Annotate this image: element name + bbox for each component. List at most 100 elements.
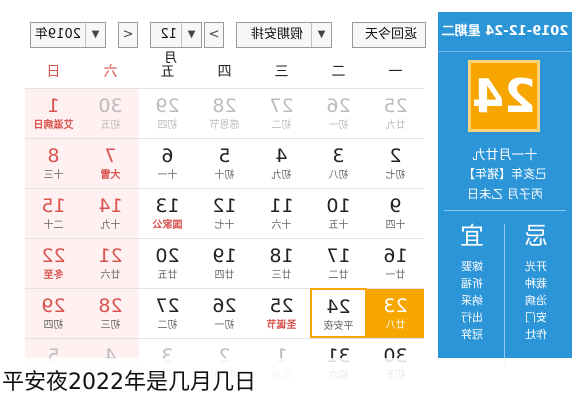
day-number: 28 — [98, 295, 123, 317]
divider — [504, 224, 505, 364]
lunar-label: 初八 — [328, 170, 349, 181]
day-cell[interactable]: 5 初十 — [196, 138, 253, 188]
day-cell[interactable]: 15 二十 — [25, 188, 82, 238]
weekday-label: 日 — [46, 64, 61, 80]
day-cell[interactable]: 27 初二 — [253, 88, 310, 138]
day-cell[interactable]: 14 十九 — [82, 188, 139, 238]
caption-bar: 平安夜2022年是几月几日 — [0, 358, 584, 400]
day-cell[interactable]: 29 初四 — [139, 88, 196, 138]
lunar-ganzhi: 丙子月 乙未日 — [467, 187, 543, 201]
day-cell[interactable]: 28 初三 — [82, 288, 139, 338]
day-cell[interactable]: 26 初一 — [196, 288, 253, 338]
yi-item: 出行 — [461, 311, 483, 324]
lunar-label: 十一 — [157, 170, 178, 181]
day-cell[interactable]: 8 十三 — [25, 138, 82, 188]
ji-column: 忌 开光 栽种 治病 安门 作灶 — [504, 214, 568, 343]
lunar-label: 廿三 — [271, 270, 292, 281]
lunar-label: 艾滋病日 — [33, 120, 74, 131]
day-cell[interactable]: 13 国家公 — [139, 188, 196, 238]
day-number: 25 — [383, 95, 408, 117]
lunar-label: 廿五 — [157, 270, 178, 281]
lunar-label: 十四 — [385, 220, 406, 231]
ji-title: 忌 — [524, 222, 548, 250]
day-cell[interactable]: 7 大雪 — [82, 138, 139, 188]
day-number: 9 — [389, 195, 402, 217]
lunar-label: 初四 — [157, 120, 178, 131]
lunar-label: 十九 — [100, 220, 121, 231]
day-cell[interactable]: 25 圣诞节 — [253, 288, 310, 338]
day-cell[interactable]: 11 十六 — [253, 188, 310, 238]
back-today-button[interactable]: 返回今天 — [352, 22, 426, 48]
lunar-label: 廿八 — [385, 320, 406, 331]
back-today-label: 返回今天 — [364, 27, 417, 42]
day-cell[interactable]: 12 十七 — [196, 188, 253, 238]
day-number: 5 — [218, 145, 231, 167]
day-cell[interactable]: 3 初八 — [310, 138, 367, 188]
day-number: 20 — [155, 245, 180, 267]
lunar-label: 初七 — [385, 170, 406, 181]
day-number: 10 — [326, 195, 351, 217]
lunar-label: 廿一 — [385, 270, 406, 281]
day-cell[interactable]: 17 廿二 — [310, 238, 367, 288]
day-cell[interactable]: 20 廿五 — [139, 238, 196, 288]
day-cell[interactable]: 25 廿九 — [367, 88, 424, 138]
day-cell[interactable]: 16 廿一 — [367, 238, 424, 288]
day-cell[interactable]: 6 十一 — [139, 138, 196, 188]
chevron-down-icon: ▼ — [311, 23, 331, 47]
lunar-label: 初九 — [271, 170, 292, 181]
day-cell[interactable]: 4 初九 — [253, 138, 310, 188]
day-cell[interactable]: 29 初四 — [25, 288, 82, 338]
selected-date-header: 2019-12-24 星期二 — [438, 12, 572, 52]
lunar-label: 冬至 — [43, 270, 64, 281]
lunar-label: 初十 — [214, 170, 235, 181]
lunar-label: 国家公 — [152, 220, 183, 231]
lunar-label: 廿九 — [385, 120, 406, 131]
day-cell[interactable]: 18 廿三 — [253, 238, 310, 288]
day-cell[interactable]: 26 初一 — [310, 88, 367, 138]
yi-item: 祈福 — [461, 277, 483, 290]
day-cell[interactable]: 2 初七 — [367, 138, 424, 188]
weekday-label: 五 — [160, 64, 175, 80]
lunar-label: 十三 — [43, 170, 64, 181]
day-number: 7 — [104, 145, 117, 167]
day-number: 27 — [155, 295, 180, 317]
month-select[interactable]: ▼ 12月 — [150, 22, 202, 66]
year-select[interactable]: ▼ 2019年 — [30, 22, 106, 48]
day-cell[interactable]: 24 平安夜 — [310, 288, 367, 338]
big-day-number: 24 — [468, 60, 540, 132]
day-cell[interactable]: 21 廿六 — [82, 238, 139, 288]
day-cell[interactable]: 28 感恩节 — [196, 88, 253, 138]
holiday-select[interactable]: ▼ 假期安排 — [236, 22, 332, 48]
lunar-label: 大雪 — [100, 170, 121, 181]
lunar-label: 初二 — [271, 120, 292, 131]
day-cell[interactable]: 22 冬至 — [25, 238, 82, 288]
prev-month-button[interactable]: < — [118, 22, 138, 48]
day-number: 2 — [389, 145, 402, 167]
weekday-label: 四 — [217, 64, 232, 80]
calendar-toolbar: 返回今天 ▼ 假期安排 > ▼ 12月 < ▼ 2019年 — [10, 14, 432, 66]
day-number: 14 — [98, 195, 123, 217]
weekday-header: 一 二 三 四 五 六 日 — [24, 56, 424, 88]
day-cell[interactable]: 10 十五 — [310, 188, 367, 238]
day-cell[interactable]: 19 廿四 — [196, 238, 253, 288]
day-number: 28 — [212, 95, 237, 117]
day-cell[interactable]: 9 十四 — [367, 188, 424, 238]
day-cell[interactable]: 30 初五 — [82, 88, 139, 138]
lunar-label: 廿二 — [328, 270, 349, 281]
day-cell[interactable]: 27 初二 — [139, 288, 196, 338]
divider — [444, 210, 566, 211]
lunar-label: 廿四 — [214, 270, 235, 281]
day-cell[interactable]: 23 廿八 — [367, 288, 424, 338]
caption-text: 平安夜2022年是几月几日 — [2, 370, 256, 395]
weekday-label: 三 — [274, 64, 289, 80]
day-number: 12 — [212, 195, 237, 217]
weekday-label: 二 — [331, 64, 346, 80]
year-select-label: 2019年 — [34, 27, 81, 42]
day-cell[interactable]: 1 艾滋病日 — [25, 88, 82, 138]
day-number: 25 — [269, 295, 294, 317]
lunar-label: 十五 — [328, 220, 349, 231]
day-number: 23 — [383, 295, 408, 317]
weekday-label: 一 — [388, 64, 403, 80]
next-month-button[interactable]: > — [204, 22, 224, 48]
lunar-label: 初一 — [214, 320, 235, 331]
